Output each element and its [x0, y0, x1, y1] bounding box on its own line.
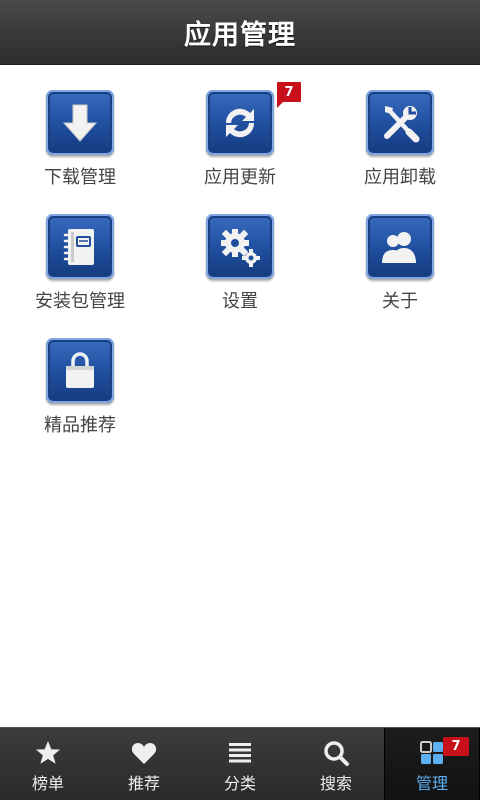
list-icon	[225, 738, 255, 768]
nav-item-search[interactable]: 搜索	[288, 728, 384, 800]
nav-label: 分类	[223, 774, 256, 793]
tools-icon	[366, 90, 434, 155]
grid-item-about[interactable]: 关于	[320, 189, 480, 313]
header-bar: 应用管理	[0, 0, 480, 65]
grid-item-label: 设置	[222, 291, 258, 312]
nav-label: 管理	[415, 774, 448, 793]
search-icon	[321, 738, 351, 768]
grid-item-package-manager[interactable]: 安装包管理	[0, 189, 160, 313]
page-title: 应用管理	[184, 19, 296, 51]
nav-label: 搜索	[319, 774, 352, 793]
grid-item-download-manager[interactable]: 下载管理	[0, 65, 160, 189]
grid-item-settings[interactable]: 设置	[160, 189, 320, 313]
nav-item-manage[interactable]: 7 管理	[384, 728, 480, 800]
heart-icon	[129, 738, 159, 768]
refresh-icon: 7	[206, 82, 301, 155]
app-management-screen: 应用管理 下载管理 7 应用更新 应用卸载 安装包管理 设置 关于 精品推荐 榜…	[0, 0, 480, 800]
users-icon	[366, 214, 434, 279]
manage-count-badge: 7	[443, 737, 469, 756]
grid-item-label: 下载管理	[44, 167, 116, 188]
nav-item-rankings[interactable]: 榜单	[0, 728, 96, 800]
gears-icon	[206, 214, 274, 279]
update-count-badge: 7	[277, 82, 301, 108]
nav-label: 榜单	[31, 774, 64, 793]
nav-item-recommended[interactable]: 推荐	[96, 728, 192, 800]
star-icon	[33, 738, 63, 768]
bag-icon	[46, 338, 114, 403]
grid-item-label: 应用更新	[204, 167, 276, 188]
grid-item-label: 精品推荐	[44, 415, 116, 436]
notebook-icon	[46, 214, 114, 279]
bottom-navigation: 榜单 推荐 分类 搜索 7 管理	[0, 727, 480, 800]
grid-item-label: 关于	[382, 291, 418, 312]
grid-item-app-uninstall[interactable]: 应用卸载	[320, 65, 480, 189]
grid-item-app-update[interactable]: 7 应用更新	[160, 65, 320, 189]
nav-label: 推荐	[127, 774, 160, 793]
grid-item-featured[interactable]: 精品推荐	[0, 313, 160, 437]
nav-item-categories[interactable]: 分类	[192, 728, 288, 800]
download-arrow-icon	[46, 90, 114, 155]
grid-item-label: 安装包管理	[35, 291, 125, 312]
grid-item-label: 应用卸载	[364, 167, 436, 188]
